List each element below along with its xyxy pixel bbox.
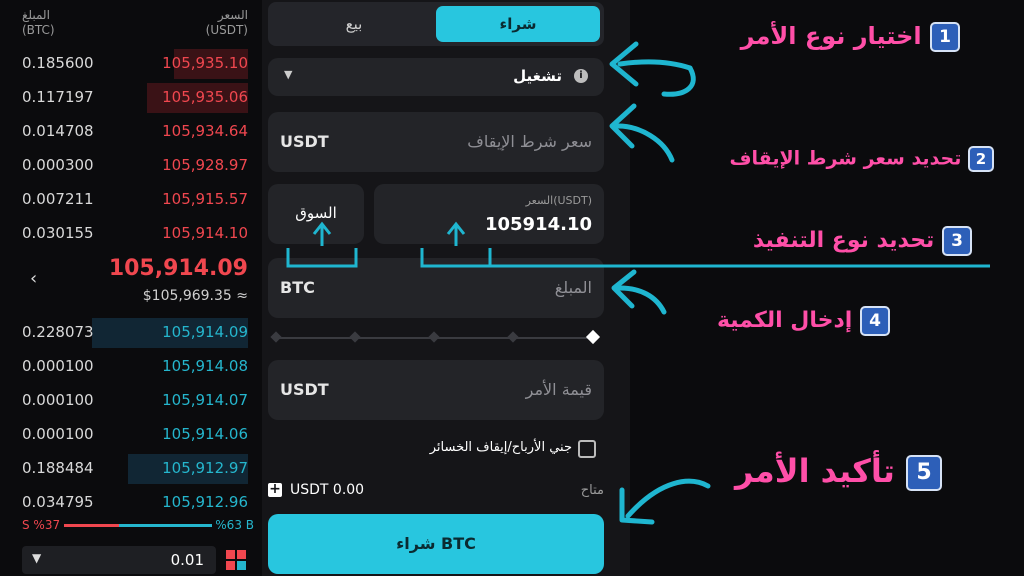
step-2-badge: 2 [968,146,994,172]
step-3-text: تحديد نوع التنفيذ [752,228,935,253]
step-4-badge: 4 [860,306,890,336]
step-3-badge: 3 [942,226,972,256]
annotation-step-3: 3 تحديد نوع التنفيذ [753,226,972,256]
annotation-step-5: 5 تأكيد الأمر [735,452,942,491]
arrow-5 [625,478,711,519]
step-2-text: تحديد سعر شرط الإيقاف [729,147,962,170]
arrow-1 [617,59,693,71]
step-4-text: إدخال الكمية [716,308,853,333]
step-5-text: تأكيد الأمر [735,452,895,490]
step-1-text: اختيار نوع الأمر [740,22,922,50]
step-1-badge: 1 [930,22,960,52]
annotation-step-2: 2 تحديد سعر شرط الإيقاف [729,146,994,172]
annotation-step-4: 4 إدخال الكمية [717,306,890,336]
step-5-badge: 5 [906,455,942,491]
annotation-step-1: 1 اختيار نوع الأمر [741,22,960,52]
